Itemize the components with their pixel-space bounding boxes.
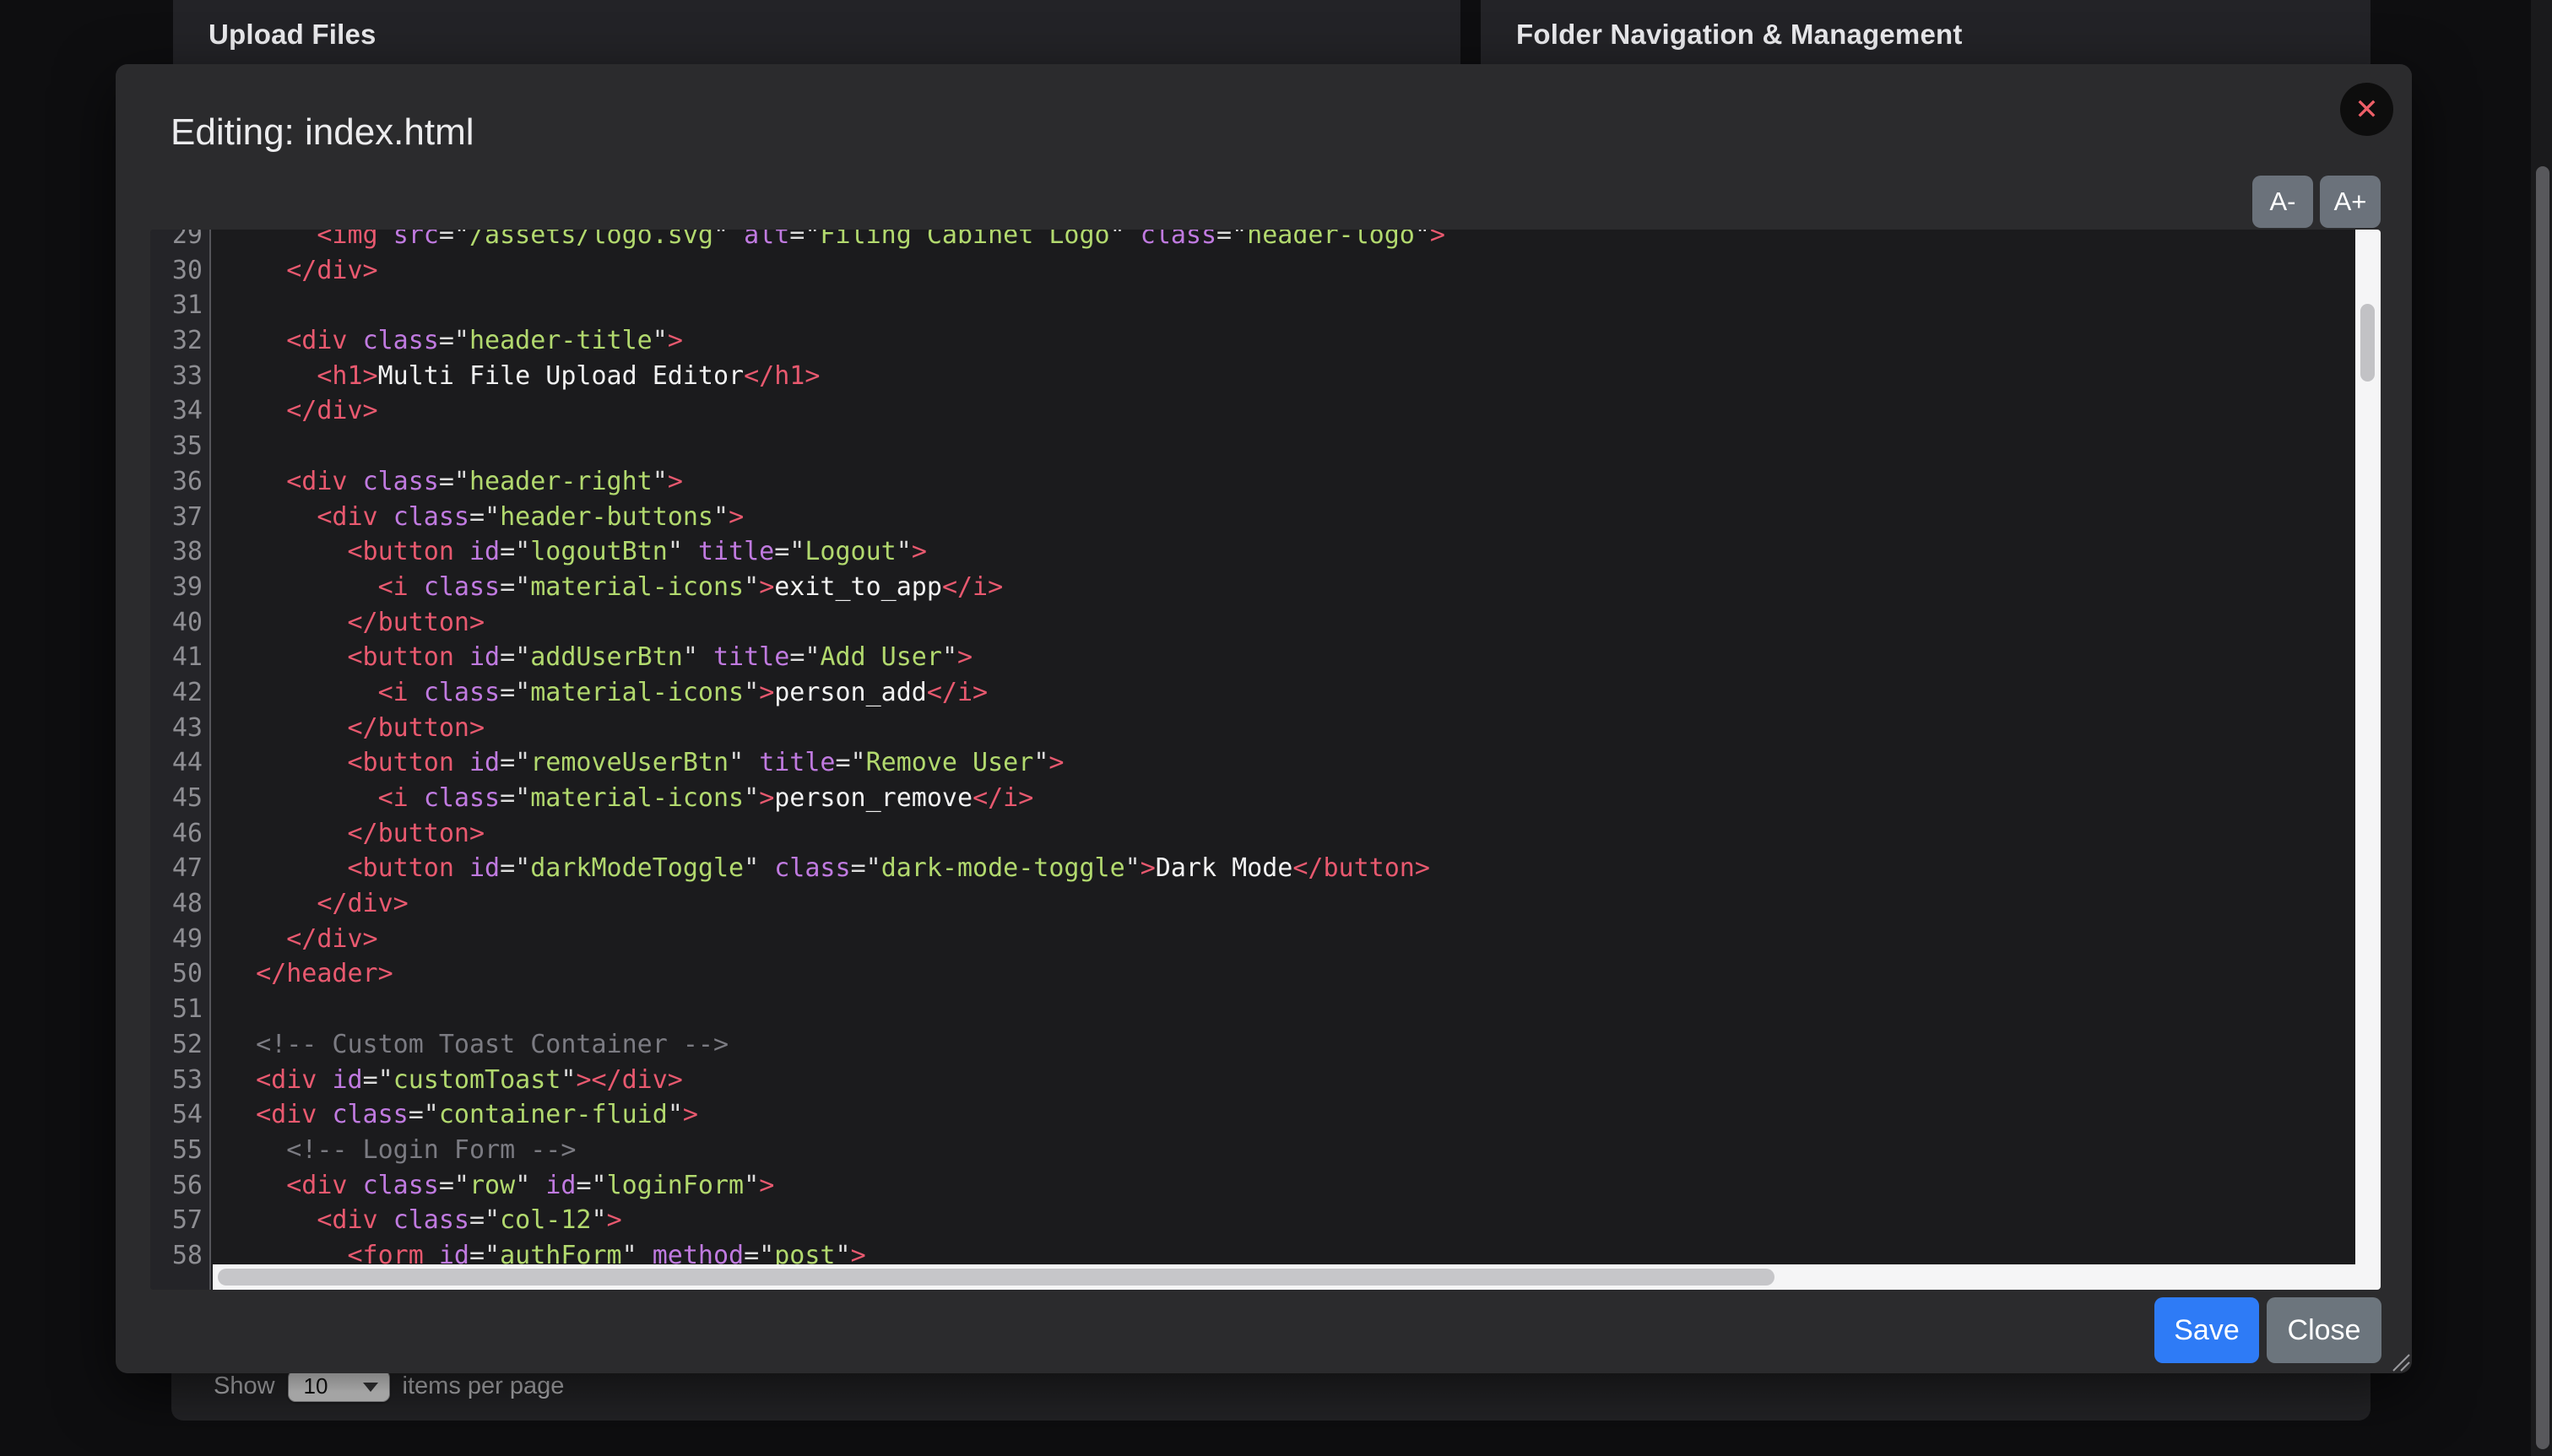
code-line: 34 </div> — [150, 393, 2381, 429]
code-line: 54 <div class="container-fluid"> — [150, 1097, 2381, 1133]
code-line: 55 <!-- Login Form --> — [150, 1133, 2381, 1168]
page-size-select[interactable]: 10 — [288, 1370, 390, 1402]
editor-vertical-scrollbar[interactable] — [2355, 230, 2381, 1264]
code-line: 39 <i class="material-icons">exit_to_app… — [150, 570, 2381, 605]
code-line: 56 <div class="row" id="loginForm"> — [150, 1168, 2381, 1204]
code-line: 30 </div> — [150, 253, 2381, 289]
editor-horizontal-scrollbar[interactable] — [213, 1264, 2381, 1290]
code-line: 29 <img src="/assets/logo.svg" alt="Fili… — [150, 230, 2381, 253]
code-line: 32 <div class="header-title"> — [150, 323, 2381, 359]
code-line: 46 </button> — [150, 816, 2381, 852]
page-scrollbar[interactable] — [2531, 0, 2552, 1456]
code-line: 40 </button> — [150, 605, 2381, 641]
chevron-down-icon — [363, 1383, 378, 1392]
resize-grip-icon[interactable] — [2392, 1353, 2410, 1372]
close-icon: ✕ — [2354, 93, 2379, 127]
code-line: 49 </div> — [150, 922, 2381, 957]
folder-navigation-card-title: Folder Navigation & Management — [1481, 0, 2370, 51]
show-label: Show — [214, 1372, 275, 1400]
code-line: 44 <button id="removeUserBtn" title="Rem… — [150, 745, 2381, 781]
code-editor[interactable]: 29 <img src="/assets/logo.svg" alt="Fili… — [150, 230, 2381, 1290]
page-size-value: 10 — [304, 1373, 328, 1399]
code-line: 42 <i class="material-icons">person_add<… — [150, 675, 2381, 711]
items-per-page-label: items per page — [403, 1372, 565, 1400]
code-lines: 29 <img src="/assets/logo.svg" alt="Fili… — [150, 230, 2381, 1274]
code-line: 52 <!-- Custom Toast Container --> — [150, 1027, 2381, 1063]
editor-horizontal-scrollbar-thumb[interactable] — [218, 1269, 1774, 1286]
code-line: 35 — [150, 429, 2381, 464]
code-line: 57 <div class="col-12"> — [150, 1203, 2381, 1238]
code-line: 48 </div> — [150, 886, 2381, 922]
editor-vertical-scrollbar-thumb[interactable] — [2360, 304, 2375, 382]
code-line: 47 <button id="darkModeToggle" class="da… — [150, 851, 2381, 886]
code-line: 38 <button id="logoutBtn" title="Logout"… — [150, 534, 2381, 570]
code-line: 36 <div class="header-right"> — [150, 464, 2381, 500]
font-increase-button[interactable]: A+ — [2320, 176, 2381, 228]
page-scrollbar-thumb[interactable] — [2536, 166, 2549, 1449]
upload-files-card-title: Upload Files — [173, 0, 1460, 51]
code-line: 37 <div class="header-buttons"> — [150, 500, 2381, 535]
close-icon-button[interactable]: ✕ — [2340, 83, 2393, 136]
code-line: 50 </header> — [150, 956, 2381, 992]
code-line: 33 <h1>Multi File Upload Editor</h1> — [150, 359, 2381, 394]
code-line: 51 — [150, 992, 2381, 1027]
font-size-controls: A- A+ — [2252, 176, 2381, 228]
modal-title: Editing: index.html — [171, 111, 474, 154]
edit-file-modal: Editing: index.html ✕ A- A+ 29 <img src=… — [116, 64, 2412, 1373]
code-line: 31 — [150, 288, 2381, 323]
save-button[interactable]: Save — [2154, 1297, 2259, 1363]
code-line: 41 <button id="addUserBtn" title="Add Us… — [150, 640, 2381, 675]
code-line: 45 <i class="material-icons">person_remo… — [150, 781, 2381, 816]
code-line: 43 </button> — [150, 711, 2381, 746]
modal-close-button[interactable]: Close — [2267, 1297, 2381, 1363]
font-decrease-button[interactable]: A- — [2252, 176, 2313, 228]
code-line: 53 <div id="customToast"></div> — [150, 1063, 2381, 1098]
